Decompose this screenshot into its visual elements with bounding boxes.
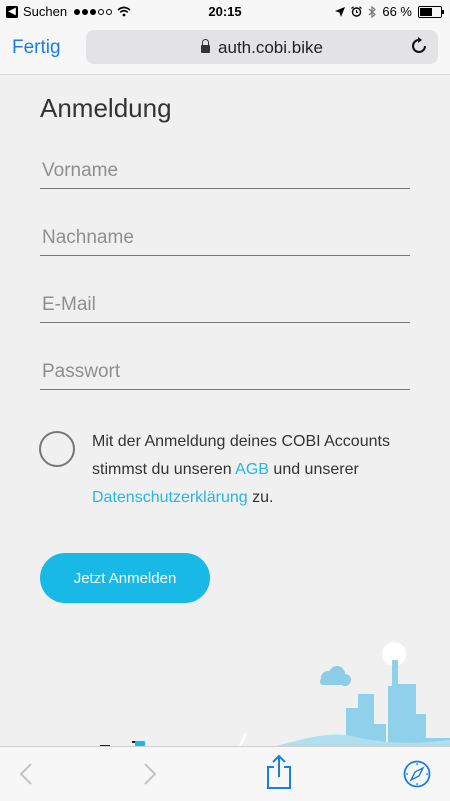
email-field[interactable] [40,290,414,323]
lastname-input[interactable] [40,223,414,253]
page-title: Anmeldung [40,93,172,123]
address-bar[interactable]: auth.cobi.bike [86,30,438,64]
status-right: 66 % [335,4,444,19]
terms-text-part-3: zu. [247,489,274,506]
done-button[interactable]: Fertig [12,37,61,59]
password-input[interactable] [40,357,414,387]
submit-button[interactable]: Jetzt Anmelden [40,553,210,603]
browser-nav-bar: Fertig auth.cobi.bike [0,24,450,75]
browser-toolbar [0,746,450,801]
email-input[interactable] [40,290,414,320]
battery-percent: 66 % [382,4,412,19]
url-text: auth.cobi.bike [218,38,323,57]
lastname-field[interactable] [40,223,414,256]
bluetooth-icon [368,5,377,18]
location-arrow-icon [335,6,346,17]
terms-checkbox[interactable] [39,431,75,467]
city-bike-illustration [0,642,450,758]
terms-text: Mit der Anmeldung deines COBI Accounts s… [92,428,412,512]
back-arrow-icon[interactable] [18,762,34,786]
forward-arrow-icon[interactable] [142,762,158,786]
firstname-field[interactable] [40,156,414,189]
lock-icon [201,39,211,53]
battery-icon [418,5,444,18]
status-bar: ◀ Suchen 20:15 66 % [0,0,450,24]
page-content: Anmeldung Mit der Anmeldung deines COBI … [0,75,450,758]
reload-icon[interactable] [410,37,428,55]
alarm-icon [351,6,363,17]
agb-link[interactable]: AGB [235,461,269,478]
terms-text-part-2: und unserer [268,461,359,478]
password-field[interactable] [40,357,414,390]
privacy-link[interactable]: Datenschutzerklärung [92,489,248,506]
share-icon[interactable] [265,754,293,790]
url-display[interactable]: auth.cobi.bike [86,38,438,58]
compass-icon[interactable] [403,760,431,788]
firstname-input[interactable] [40,156,414,186]
cloud-icon [320,666,351,686]
